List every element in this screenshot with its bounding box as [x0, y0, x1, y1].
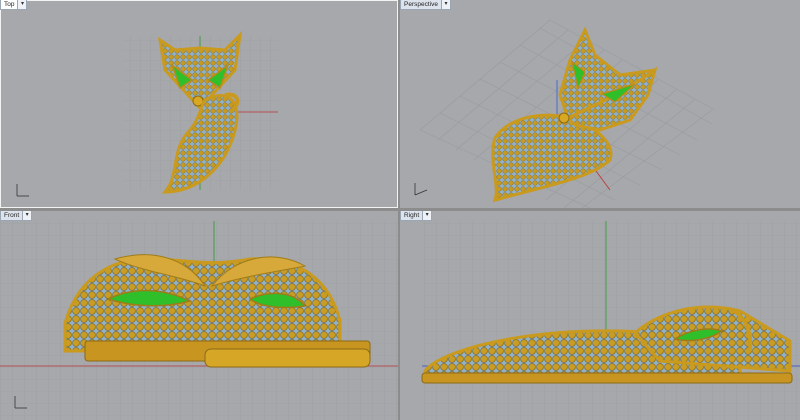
chevron-down-icon[interactable]: ▾ — [23, 211, 33, 221]
viewport-tab-right[interactable]: Right ▾ — [400, 211, 433, 221]
viewport-label-right[interactable]: Right — [400, 211, 424, 221]
viewport-label-perspective[interactable]: Perspective — [400, 0, 442, 10]
viewport-top[interactable]: Top ▾ — [0, 0, 398, 208]
viewport-tab-perspective[interactable]: Perspective ▾ — [400, 0, 451, 10]
viewport-front[interactable]: Front ▾ — [0, 211, 398, 420]
viewport-canvas-right[interactable] — [400, 211, 800, 420]
chevron-down-icon[interactable]: ▾ — [423, 211, 433, 221]
viewport-canvas-perspective[interactable] — [400, 0, 800, 208]
fox-model-perspective[interactable] — [491, 26, 658, 203]
axis-gizmo-top — [16, 184, 29, 197]
viewport-canvas-front[interactable] — [0, 211, 398, 420]
viewport-right[interactable]: Right ▾ — [400, 211, 800, 420]
viewport-tab-front[interactable]: Front ▾ — [0, 211, 33, 221]
chevron-down-icon[interactable]: ▾ — [441, 0, 451, 10]
axis-gizmo-perspective — [414, 183, 428, 196]
viewport-perspective[interactable]: Perspective ▾ — [400, 0, 800, 208]
viewport-label-front[interactable]: Front — [0, 211, 24, 221]
viewport-label-top[interactable]: Top — [0, 0, 19, 10]
viewport-tab-top[interactable]: Top ▾ — [0, 0, 28, 10]
viewport-canvas-top[interactable] — [0, 0, 398, 208]
chevron-down-icon[interactable]: ▾ — [18, 0, 28, 10]
